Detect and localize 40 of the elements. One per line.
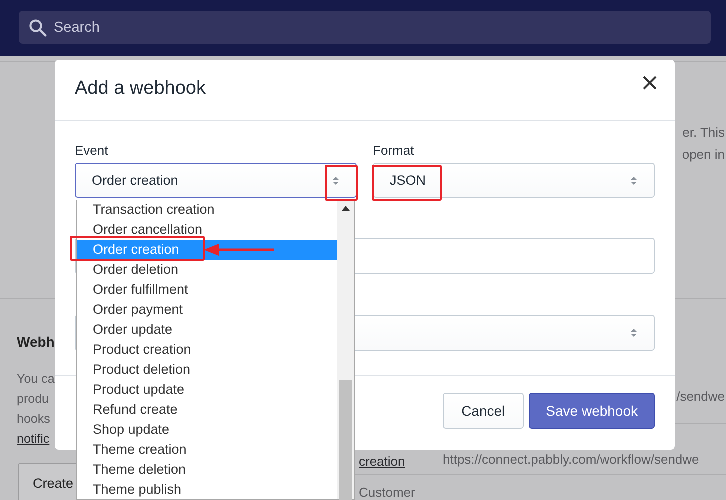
chevron-icon xyxy=(630,327,638,339)
close-icon[interactable] xyxy=(643,76,657,90)
field-label: Format xyxy=(373,143,416,158)
section-heading: Webh xyxy=(17,334,55,350)
dropdown-option[interactable]: Product update xyxy=(77,380,337,400)
body-text: Customer xyxy=(359,485,416,500)
format-select[interactable]: JSON xyxy=(373,163,655,198)
dropdown-option[interactable]: Order fulfillment xyxy=(77,280,337,300)
cancel-button[interactable]: Cancel xyxy=(442,393,524,429)
field-label: Event xyxy=(75,143,110,158)
annotation-box xyxy=(372,165,442,201)
dropdown-option[interactable]: Shop update xyxy=(77,420,337,440)
body-text: hooks xyxy=(17,412,50,426)
scroll-up-icon[interactable] xyxy=(342,206,350,211)
chevron-icon xyxy=(630,174,638,186)
save-button[interactable]: Save webhook xyxy=(529,393,655,429)
dropdown-option[interactable]: Order deletion xyxy=(77,260,337,280)
body-text: You ca xyxy=(17,372,55,386)
dialog-title: Add a webhook xyxy=(75,78,206,100)
body-text: open in xyxy=(682,147,725,162)
dropdown-option[interactable]: Product creation xyxy=(77,340,337,360)
search-field[interactable]: Search xyxy=(19,11,711,44)
dropdown-option[interactable]: Transaction creation xyxy=(77,200,337,220)
dropdown-option[interactable]: Theme creation xyxy=(77,440,337,460)
dropdown-option[interactable]: Order update xyxy=(77,320,337,340)
body-text: /sendwe xyxy=(676,389,725,404)
body-text: er. This xyxy=(682,125,725,140)
body-text: https://connect.pabbly.com/workflow/sendwe xyxy=(443,452,700,467)
dropdown-option[interactable]: Product deletion xyxy=(77,360,337,380)
dropdown-option[interactable]: Refund create xyxy=(77,400,337,420)
body-text: produ xyxy=(17,392,49,406)
annotation-box xyxy=(325,165,358,201)
dropdown-option[interactable]: Order payment xyxy=(77,300,337,320)
link[interactable]: notific xyxy=(17,432,50,446)
annotation-arrow xyxy=(204,244,274,256)
chevron-icon xyxy=(332,174,340,186)
link[interactable]: creation xyxy=(359,454,406,469)
scrollbar[interactable] xyxy=(337,200,354,499)
dropdown-option[interactable]: Order cancellation xyxy=(77,220,337,240)
event-select[interactable]: Order creation xyxy=(75,163,357,198)
